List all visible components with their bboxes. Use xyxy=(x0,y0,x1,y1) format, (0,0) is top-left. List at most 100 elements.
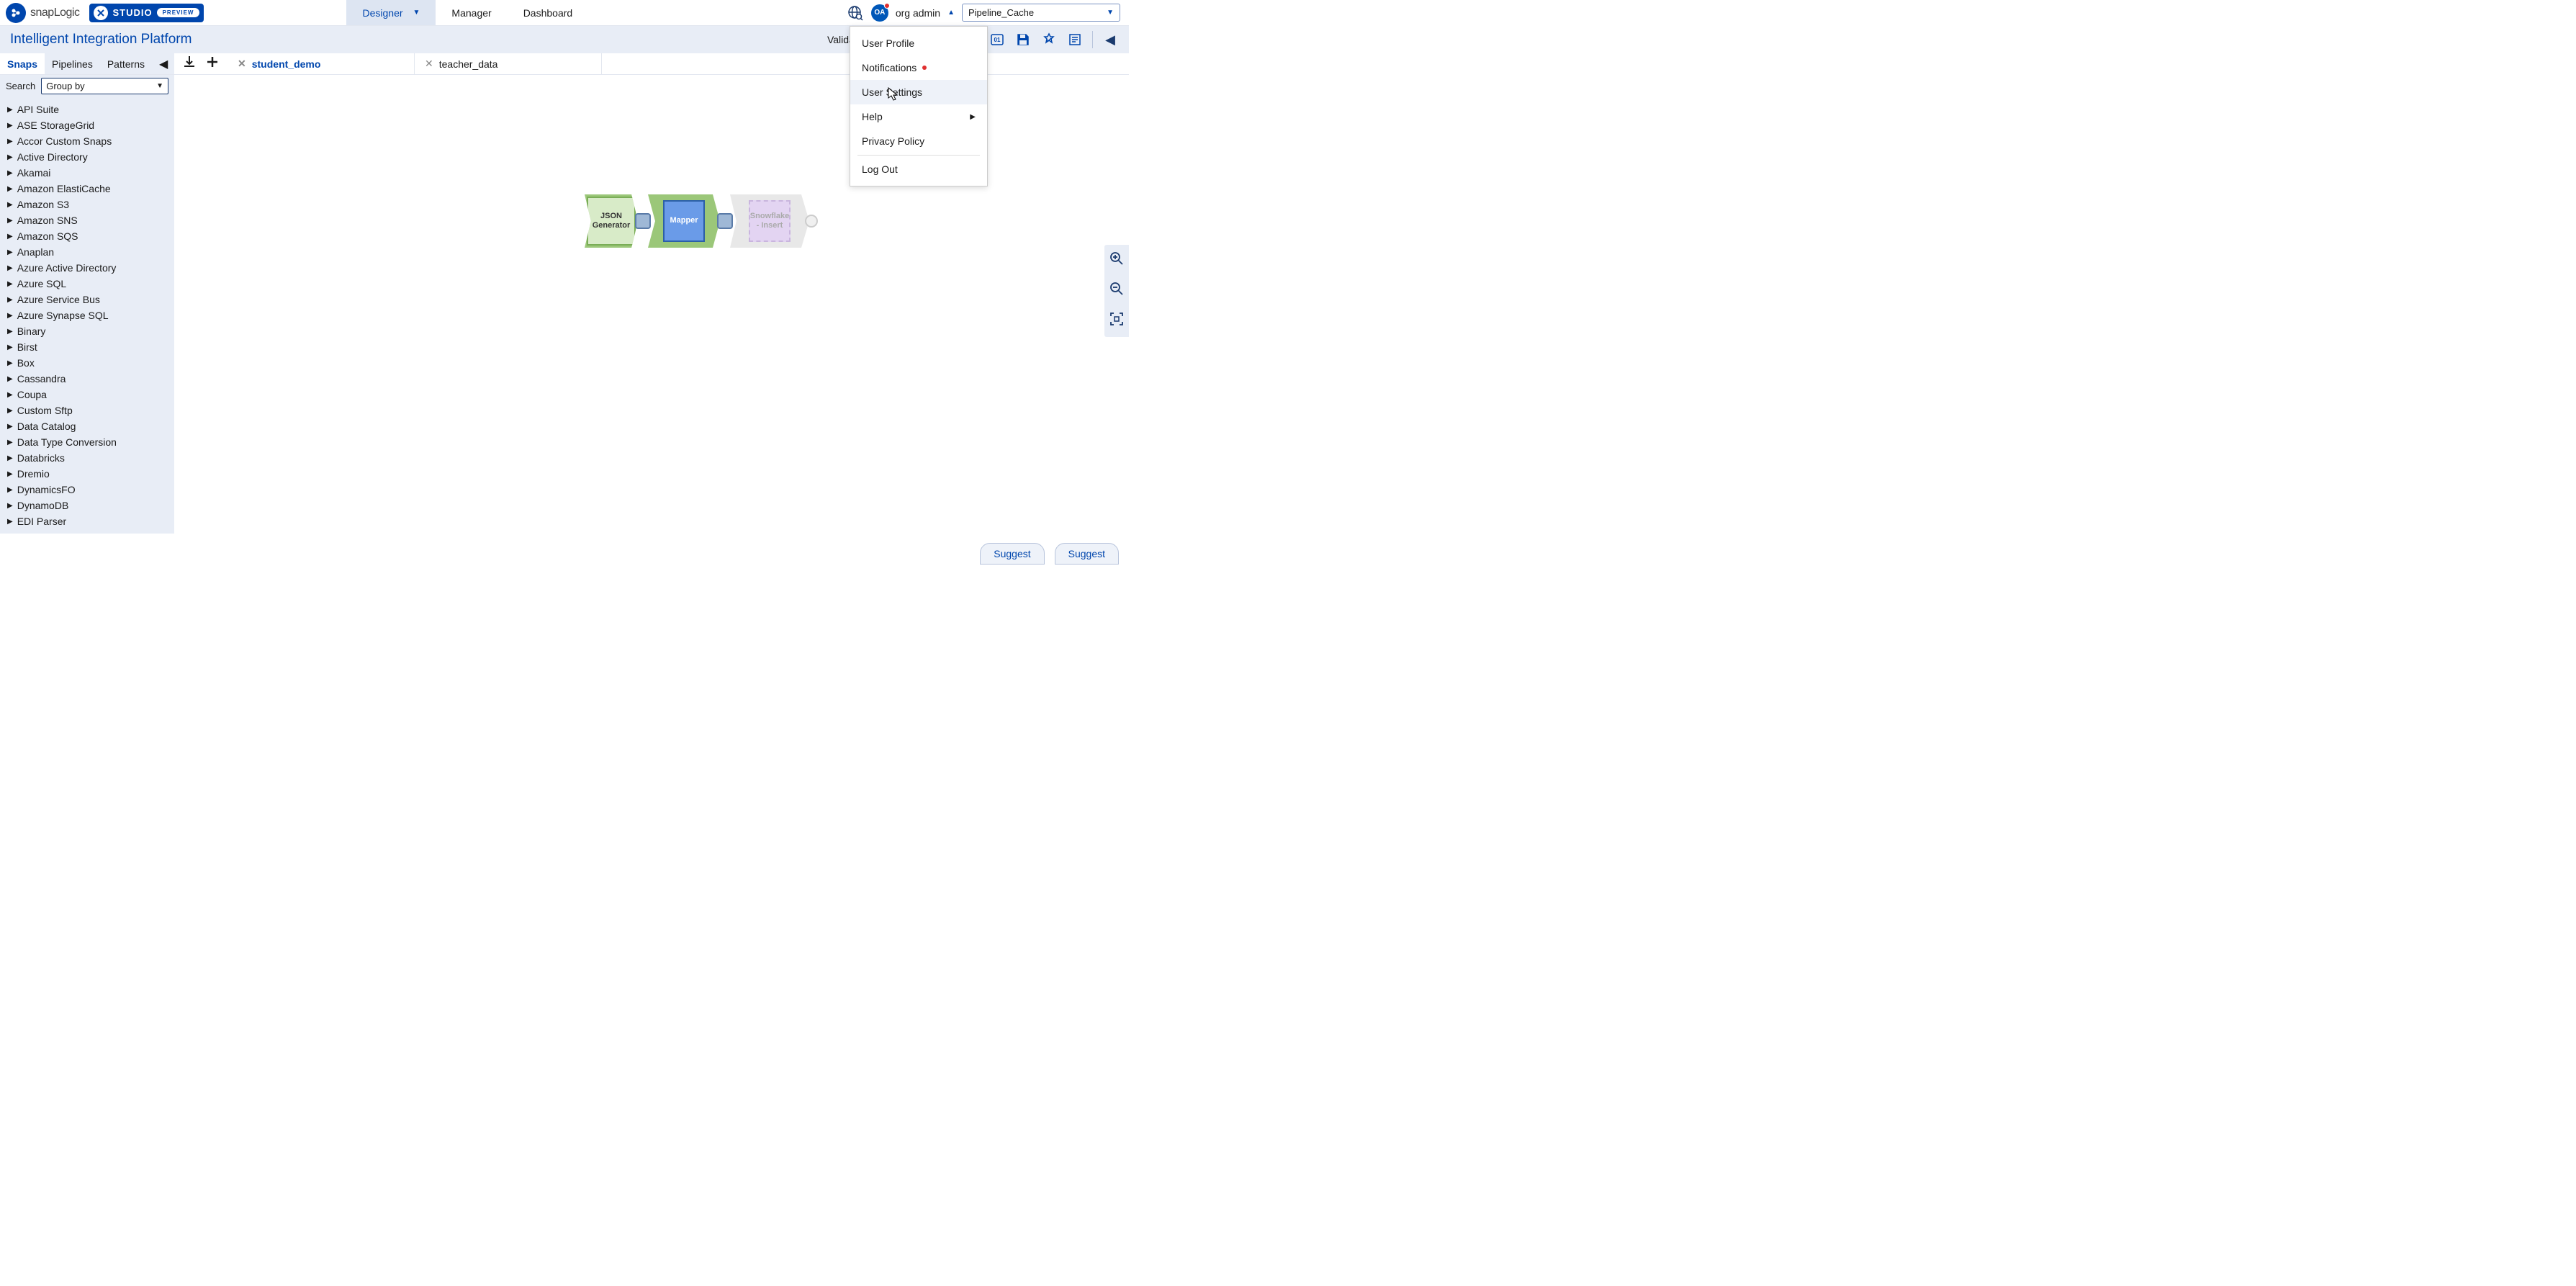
expand-icon: ▶ xyxy=(7,264,13,272)
catalog-tab-patterns[interactable]: Patterns xyxy=(100,53,152,74)
chevron-up-icon[interactable]: ▲ xyxy=(947,9,955,17)
snap-item[interactable]: ▶Amazon S3 xyxy=(0,197,174,212)
zoom-in-icon[interactable] xyxy=(1109,251,1125,271)
snap-item[interactable]: ▶Binary xyxy=(0,323,174,339)
globe-search-icon[interactable] xyxy=(847,4,864,22)
snap-item[interactable]: ▶Active Directory xyxy=(0,149,174,165)
snap-item[interactable]: ▶Amazon ElastiCache xyxy=(0,181,174,197)
expand-icon: ▶ xyxy=(7,296,13,304)
snap-item-label: Binary xyxy=(17,325,46,337)
snap-item[interactable]: ▶Accor Custom Snaps xyxy=(0,133,174,149)
studio-badge[interactable]: STUDIO PREVIEW xyxy=(89,4,204,22)
menu-logout[interactable]: Log Out xyxy=(850,157,987,181)
snap-item[interactable]: ▶Dremio xyxy=(0,466,174,482)
snap-item-label: EDI Parser xyxy=(17,516,66,527)
groupby-select[interactable]: Group by ▼ xyxy=(41,78,168,94)
close-icon[interactable]: ✕ xyxy=(238,58,246,70)
validate-icon[interactable] xyxy=(1040,31,1058,48)
snap-item[interactable]: ▶Cassandra xyxy=(0,371,174,387)
catalog-tab-pipelines[interactable]: Pipelines xyxy=(45,53,100,74)
file-tab-student-demo[interactable]: ✕ student_demo xyxy=(228,53,415,74)
snap-item-label: Amazon S3 xyxy=(17,199,69,210)
zoom-out-icon[interactable] xyxy=(1109,281,1125,301)
node-snowflake-insert[interactable]: Snowflake - Insert xyxy=(730,194,809,248)
snap-item-label: Data Catalog xyxy=(17,421,76,432)
svg-text:01: 01 xyxy=(994,37,1001,43)
snap-item[interactable]: ▶Azure Service Bus xyxy=(0,292,174,307)
snap-item[interactable]: ▶Custom Sftp xyxy=(0,403,174,418)
snap-item[interactable]: ▶ Data Catalog xyxy=(0,418,174,434)
nav-tab-label: Manager xyxy=(451,7,491,19)
expand-icon: ▶ xyxy=(7,359,13,367)
logo-section: snapLogic STUDIO PREVIEW xyxy=(0,3,210,23)
page-title: Intelligent Integration Platform xyxy=(10,32,192,48)
menu-user-settings[interactable]: User Settings xyxy=(850,80,987,104)
save-icon[interactable] xyxy=(1014,31,1032,48)
snap-item-label: Amazon SQS xyxy=(17,230,78,242)
snap-item-label: DynamicsFO xyxy=(17,484,76,495)
close-icon[interactable]: ✕ xyxy=(425,58,433,70)
collapse-right-icon[interactable]: ◀ xyxy=(1102,31,1119,48)
file-tab-teacher-data[interactable]: ✕ teacher_data xyxy=(415,53,602,74)
avatar[interactable]: OA xyxy=(871,4,888,22)
snap-item[interactable]: ▶DynamoDB xyxy=(0,498,174,513)
catalog-tab-snaps[interactable]: Snaps xyxy=(0,53,45,74)
snap-item[interactable]: ▶Amazon SNS xyxy=(0,212,174,228)
menu-label: Log Out xyxy=(862,163,898,175)
nav-tab-manager[interactable]: Manager xyxy=(436,0,507,25)
expand-icon: ▶ xyxy=(7,185,13,193)
snap-item[interactable]: ▶Azure SQL xyxy=(0,276,174,292)
search-row: Search Group by ▼ xyxy=(0,75,174,97)
node-mapper[interactable]: Mapper xyxy=(648,194,720,248)
snap-item-label: ASE StorageGrid xyxy=(17,120,94,131)
import-icon[interactable] xyxy=(181,54,197,74)
snap-item[interactable]: ▶Akamai xyxy=(0,165,174,181)
logo-icon[interactable] xyxy=(6,3,26,23)
output-port-icon[interactable] xyxy=(805,215,818,228)
snap-item[interactable]: ▶Anaplan xyxy=(0,244,174,260)
snap-item[interactable]: ▶Birst xyxy=(0,339,174,355)
connector-icon[interactable] xyxy=(635,213,651,229)
connector-icon[interactable] xyxy=(717,213,733,229)
snap-item[interactable]: ▶EDI Parser xyxy=(0,513,174,529)
snap-item[interactable]: ▶Databricks xyxy=(0,450,174,466)
snap-item[interactable]: ▶ Box xyxy=(0,355,174,371)
username[interactable]: org admin xyxy=(896,7,940,19)
snap-item-label: Box xyxy=(17,357,35,369)
nav-tabs: Designer ▼ Manager Dashboard xyxy=(346,0,588,25)
nav-tab-dashboard[interactable]: Dashboard xyxy=(508,0,589,25)
snap-item[interactable]: ▶Coupa xyxy=(0,387,174,403)
expand-icon: ▶ xyxy=(7,502,13,510)
snap-item[interactable]: ▶Amazon SQS xyxy=(0,228,174,244)
properties-icon[interactable] xyxy=(1066,31,1084,48)
collapse-sidebar-icon[interactable]: ◀ xyxy=(152,53,175,74)
snap-list[interactable]: ▶API Suite▶ASE StorageGrid▶Accor Custom … xyxy=(0,97,174,534)
nav-tab-designer[interactable]: Designer ▼ xyxy=(346,0,436,25)
snap-item[interactable]: ▶Azure Synapse SQL xyxy=(0,307,174,323)
expand-icon: ▶ xyxy=(7,407,13,415)
expand-icon: ▶ xyxy=(7,106,13,114)
node-json-generator[interactable]: JSON Generator xyxy=(585,194,638,248)
topbar-right: OA org admin ▲ Pipeline_Cache ▼ xyxy=(847,4,1129,22)
suggest-button[interactable]: Suggest xyxy=(1055,543,1119,565)
menu-user-profile[interactable]: User Profile xyxy=(850,31,987,55)
expand-icon: ▶ xyxy=(7,423,13,431)
suggest-button[interactable]: Suggest xyxy=(980,543,1044,565)
snap-item[interactable]: ▶ASE StorageGrid xyxy=(0,117,174,133)
snap-item[interactable]: ▶Azure Active Directory xyxy=(0,260,174,276)
snap-item[interactable]: ▶Data Type Conversion xyxy=(0,434,174,450)
snap-item-label: Birst xyxy=(17,341,37,353)
expand-icon: ▶ xyxy=(7,375,13,383)
menu-privacy-policy[interactable]: Privacy Policy xyxy=(850,129,987,153)
pipeline-select[interactable]: Pipeline_Cache ▼ xyxy=(962,4,1120,22)
snap-item[interactable]: ▶API Suite xyxy=(0,102,174,117)
menu-help[interactable]: Help ▶ xyxy=(850,104,987,129)
menu-notifications[interactable]: Notifications xyxy=(850,55,987,80)
snap-item[interactable]: ▶ DynamicsFO xyxy=(0,482,174,498)
fit-screen-icon[interactable] xyxy=(1109,311,1125,331)
expand-icon: ▶ xyxy=(7,486,13,494)
binary-icon[interactable]: 01 xyxy=(988,31,1006,48)
add-icon[interactable] xyxy=(204,54,220,74)
snap-item-label: Databricks xyxy=(17,452,65,464)
node-snowflake-inner: Snowflake - Insert xyxy=(749,200,791,242)
